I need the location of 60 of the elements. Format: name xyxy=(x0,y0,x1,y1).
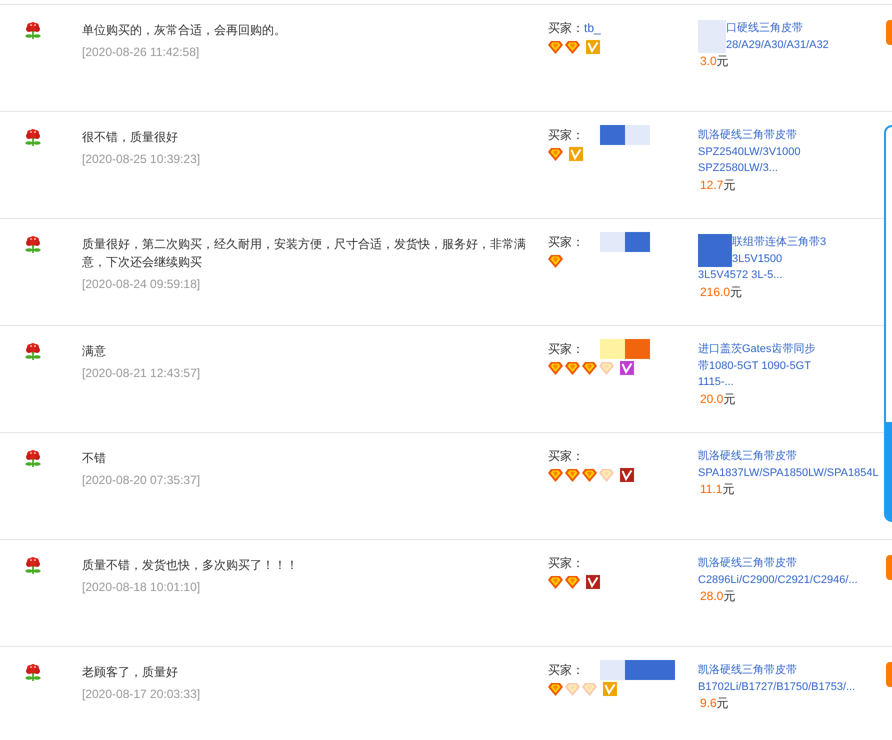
review-text: 很不错，质量很好 xyxy=(82,129,179,146)
price-value: 12.7 xyxy=(700,176,724,193)
price-value: 20.0 xyxy=(700,390,724,407)
price-value: 3.0 xyxy=(700,53,717,70)
product-link[interactable]: SPZ2540LW/3V1000 xyxy=(698,144,801,160)
review-date: [2020-08-17 20:03:33] xyxy=(82,686,200,703)
review-text: 单位购买的，灰常合适，会再回购的。 xyxy=(82,22,287,39)
review-date: [2020-08-18 10:01:10] xyxy=(82,579,200,596)
product-link[interactable]: SPA1837LW/SPA1850LW/SPA1854L xyxy=(698,464,879,481)
currency-unit: 元 xyxy=(730,284,742,300)
buyer-label: 买家： xyxy=(548,555,584,571)
review-text: 质量很好，第二次购买，经久耐用，安装方便，尺寸合适，发货快，服务好，非常满意，下次还会继续购买 xyxy=(82,236,527,271)
product-link[interactable]: 28/A29/A30/A31/A32 xyxy=(726,36,829,53)
product-link[interactable]: B1702Li/B1727/B1750/B1753/... xyxy=(698,678,856,695)
product-link[interactable]: 1115-... xyxy=(698,374,734,390)
price-value: 216.0 xyxy=(700,284,730,300)
buyer-label: 买家： xyxy=(548,662,584,678)
review-text: 不错 xyxy=(82,450,107,467)
product-link[interactable]: 进口盖茨Gates齿带同步 xyxy=(698,341,816,358)
review-date: [2020-08-24 09:59:18] xyxy=(82,276,200,293)
review-text: 满意 xyxy=(82,343,107,360)
currency-unit: 元 xyxy=(722,481,734,498)
review-text: 老顾客了，质量好 xyxy=(82,664,179,681)
flower-icon xyxy=(25,343,41,360)
product-link[interactable]: 3L5V4572 3L-5... xyxy=(698,267,782,284)
buyer-label: 买家： xyxy=(548,234,584,250)
review-text: 质量不错，发货也快，多次购买了！！！ xyxy=(82,557,299,574)
flower-icon xyxy=(25,557,41,574)
buyer-label: 买家： xyxy=(548,127,584,143)
review-date: [2020-08-26 11:42:58] xyxy=(82,44,200,61)
product-link[interactable]: 凯洛硬线三角带皮带 xyxy=(698,555,797,572)
buyer-label: 买家： xyxy=(548,448,584,464)
price-value: 11.1 xyxy=(700,481,722,498)
product-link[interactable]: 凯洛硬线三角带皮带 xyxy=(698,127,797,144)
review-date: [2020-08-25 10:39:23] xyxy=(82,151,200,168)
currency-unit: 元 xyxy=(723,390,736,407)
buyer-label: 买家： xyxy=(548,341,584,357)
product-link[interactable]: 带1080-5GT 1090-5GT xyxy=(698,358,811,374)
currency-unit: 元 xyxy=(723,588,736,604)
product-link[interactable]: 凯洛硬线三角带皮带 xyxy=(698,448,797,464)
price-value: 28.0 xyxy=(700,588,724,604)
flower-icon xyxy=(25,664,41,681)
currency-unit: 元 xyxy=(716,695,729,712)
flower-icon xyxy=(25,129,41,146)
price-value: 9.6 xyxy=(700,695,717,712)
flower-icon xyxy=(25,236,41,253)
product-link[interactable]: 联组带连体三角带3 xyxy=(732,234,826,250)
currency-unit: 元 xyxy=(723,176,736,193)
buyer-label: 买家： xyxy=(548,20,584,36)
product-link[interactable]: 口硬线三角皮带 xyxy=(726,20,803,36)
buyer-name[interactable]: tb_ xyxy=(584,20,601,36)
product-link[interactable]: 凯洛硬线三角带皮带 xyxy=(698,662,797,678)
review-date: [2020-08-21 12:43:57] xyxy=(82,365,200,382)
product-link[interactable]: C2896Li/C2900/C2921/C2946/... xyxy=(698,572,858,588)
product-link[interactable]: SPZ2580LW/3... xyxy=(698,160,778,176)
product-link[interactable]: 3L5V1500 xyxy=(732,250,782,267)
flower-icon xyxy=(25,22,41,39)
flower-icon xyxy=(25,450,41,467)
currency-unit: 元 xyxy=(716,53,729,70)
review-date: [2020-08-20 07:35:37] xyxy=(82,472,200,489)
